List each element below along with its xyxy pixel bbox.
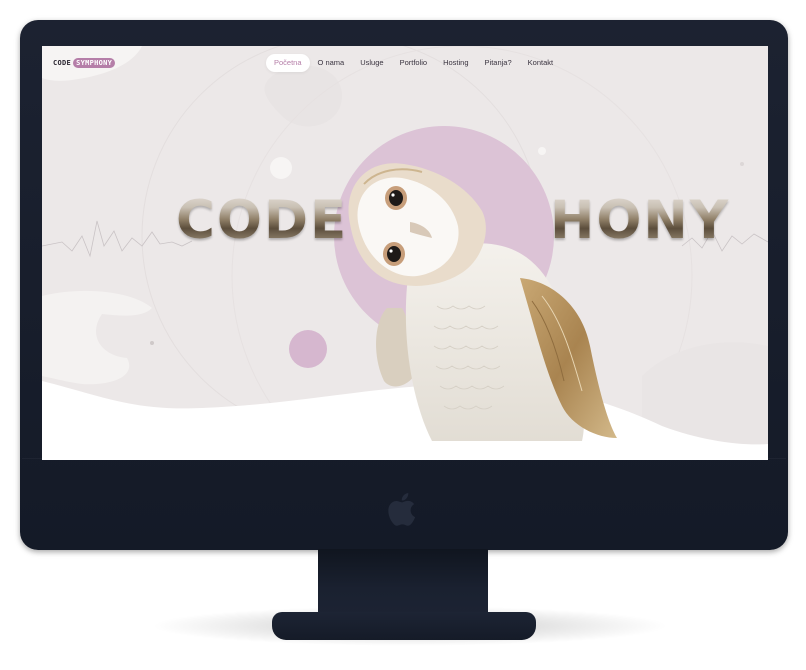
apple-logo-icon bbox=[388, 493, 416, 526]
monitor-stand-neck bbox=[318, 549, 488, 615]
owl-illustration bbox=[348, 163, 617, 441]
monitor-stand-base bbox=[272, 612, 536, 640]
website-screen: CODE SYMPHONY Početna O nama Usluge Port… bbox=[42, 46, 768, 460]
